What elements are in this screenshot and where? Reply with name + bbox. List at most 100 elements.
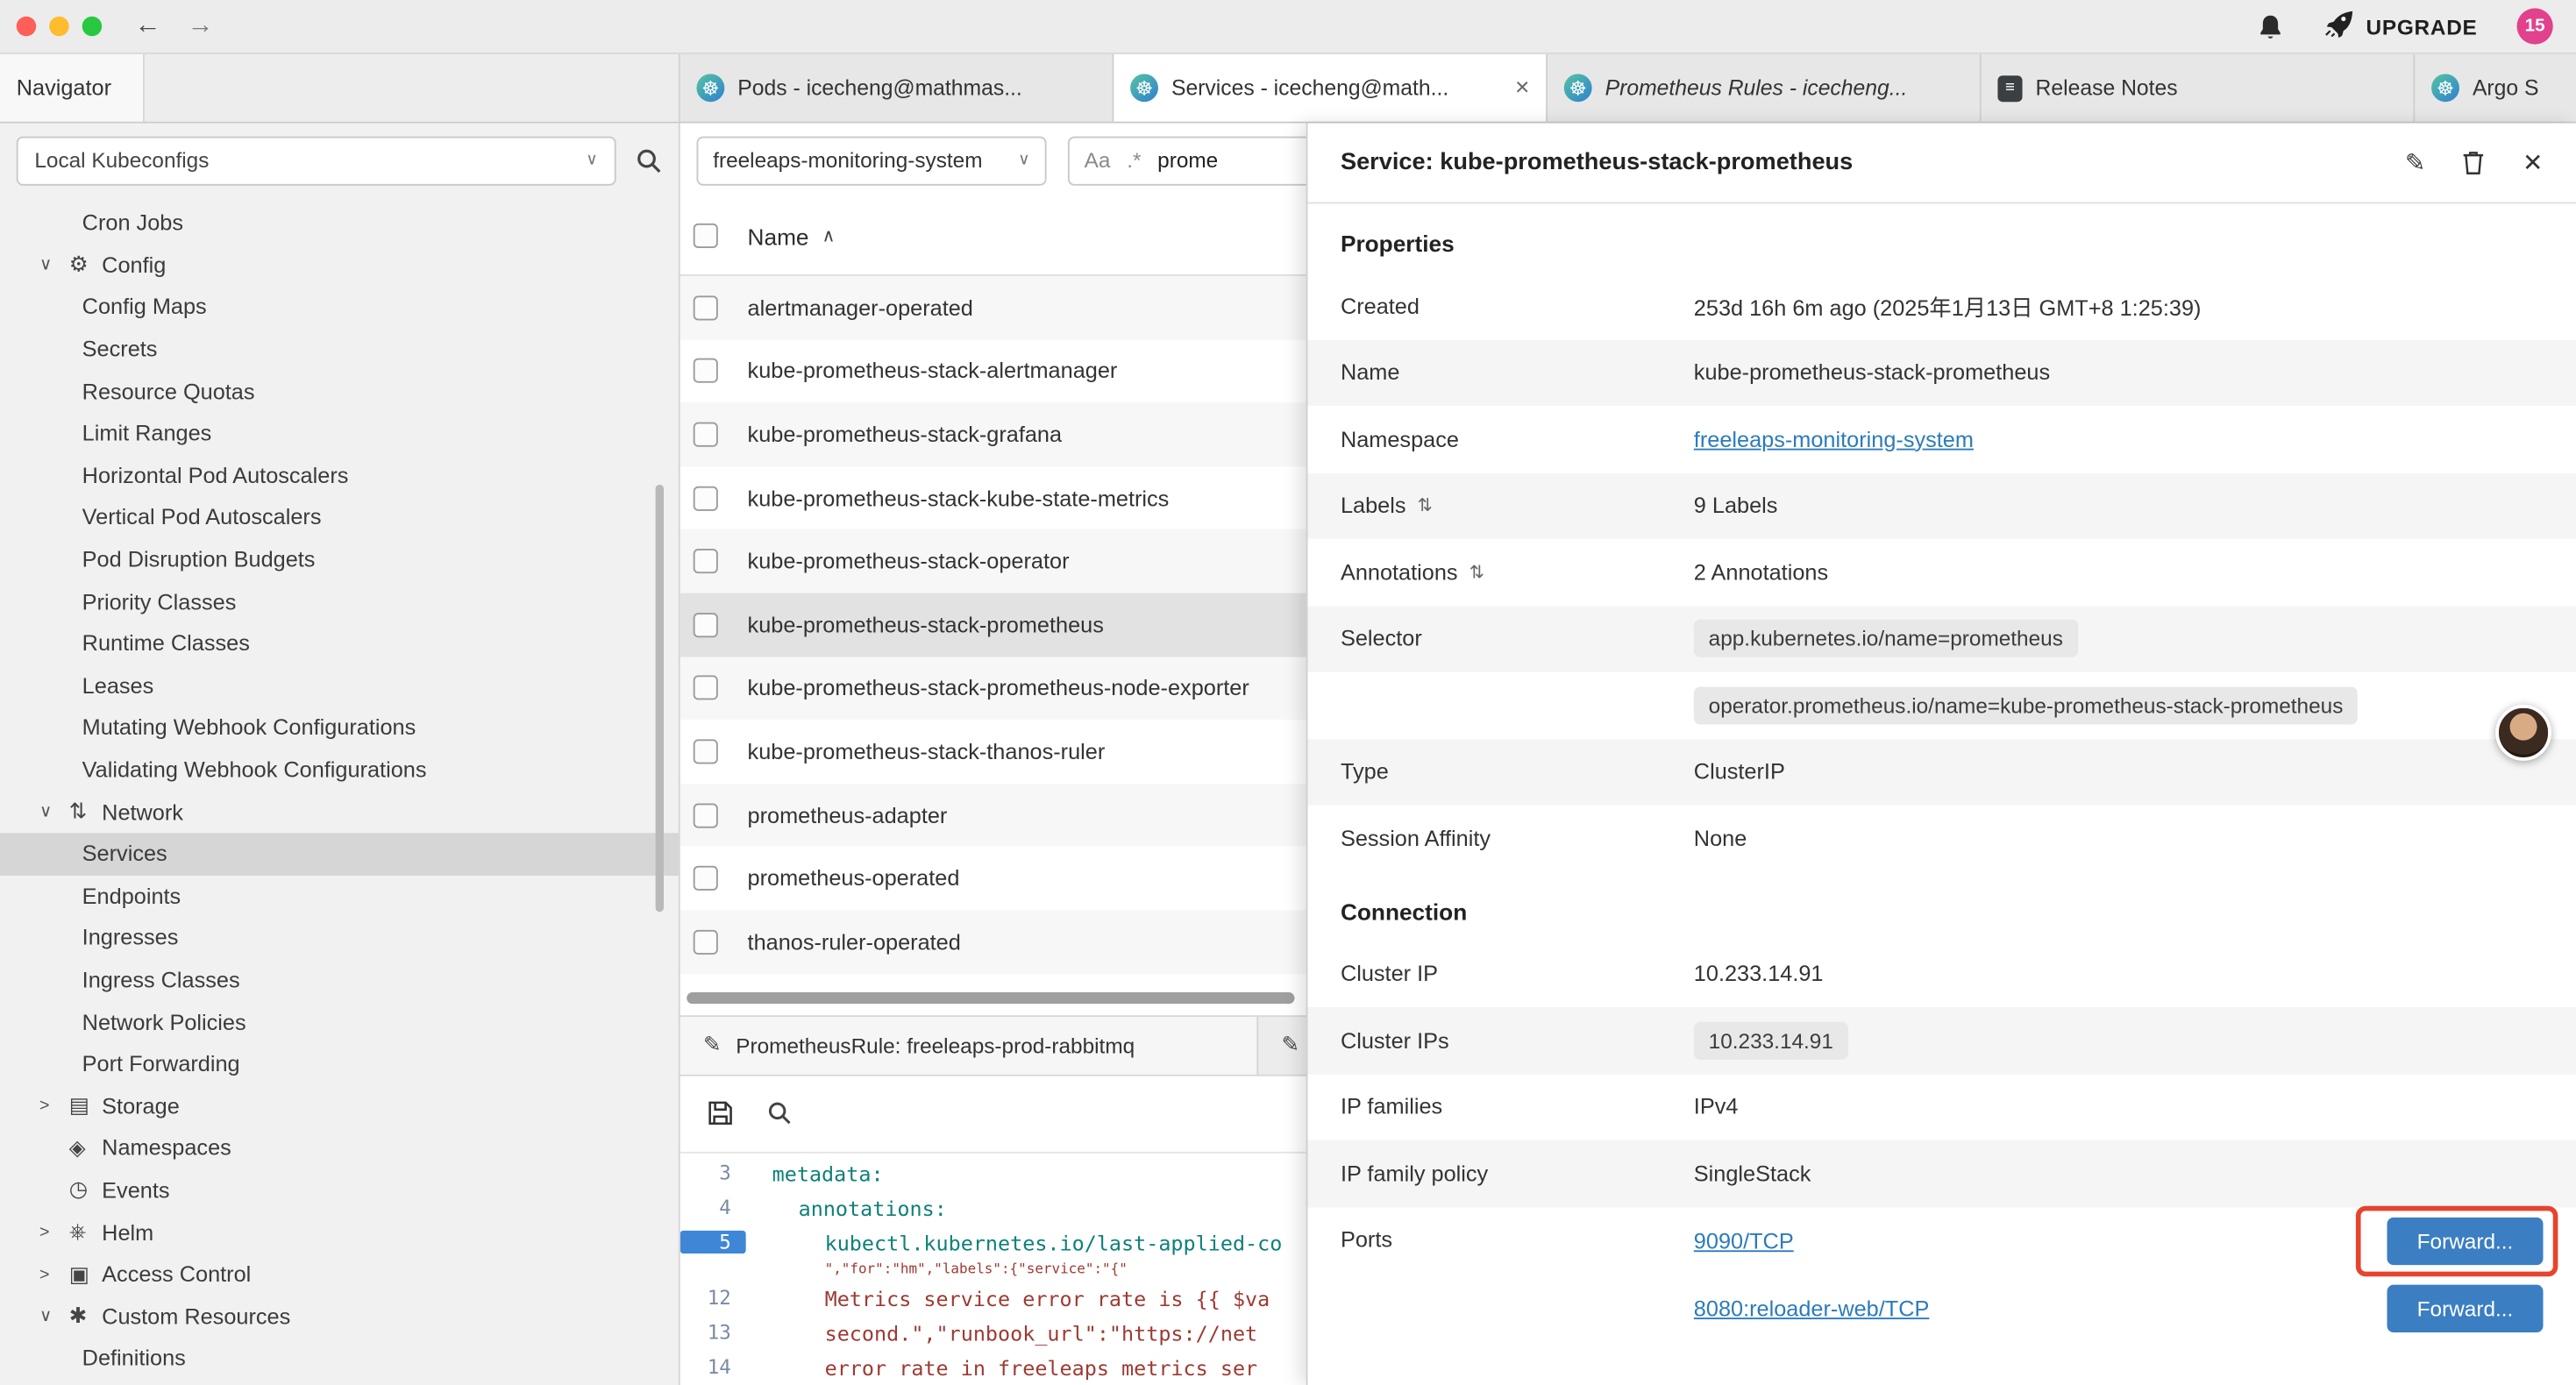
type-label: Type [1341, 759, 1694, 784]
sidebar-item-label: Vertical Pod Autoscalers [82, 505, 322, 529]
sidebar-item[interactable]: Resource Quotas [0, 370, 679, 412]
name-column-header[interactable]: Name [748, 223, 809, 249]
user-avatar[interactable] [2495, 705, 2551, 761]
sidebar-item[interactable]: Endpoints [0, 875, 679, 917]
edit-icon[interactable]: ✎ [2405, 148, 2426, 178]
selector-row-2: operator.prometheus.io/name=kube-prometh… [1307, 672, 2576, 739]
app-tab[interactable]: Release Notes [1982, 54, 2416, 122]
sidebar-scrollbar[interactable] [656, 485, 664, 912]
service-name: kube-prometheus-stack-grafana [748, 423, 1063, 447]
sidebar-item[interactable]: Port Forwarding [0, 1043, 679, 1085]
tab-label: Services - icecheng@math... [1171, 75, 1502, 100]
search-icon[interactable] [767, 1101, 792, 1126]
sidebar-item[interactable]: Validating Webhook Configurations [0, 749, 679, 791]
sidebar-item[interactable]: Ingress Classes [0, 959, 679, 1001]
horizontal-scrollbar[interactable] [687, 991, 1294, 1003]
sort-ascending-icon[interactable]: ∧ [822, 225, 836, 246]
expander-icon[interactable]: ⇅ [1469, 562, 1484, 583]
kubeconfig-select[interactable]: Local Kubeconfigs ∨ [17, 136, 616, 185]
sidebar-item[interactable]: Secrets [0, 328, 679, 370]
sidebar-item-icon [69, 799, 102, 825]
trash-icon[interactable] [2462, 150, 2487, 176]
namespace-link[interactable]: freeleaps-monitoring-system [1694, 427, 1974, 451]
close-window-button[interactable] [17, 17, 36, 36]
sidebar-item-label: Network Policies [82, 1010, 246, 1034]
row-checkbox[interactable] [694, 739, 718, 764]
regex-toggle[interactable]: .* [1127, 148, 1141, 173]
sidebar-item[interactable]: Helm [0, 1211, 679, 1254]
row-checkbox[interactable] [694, 676, 718, 700]
row-checkbox[interactable] [694, 929, 718, 954]
sidebar-item[interactable]: Cron Jobs [0, 202, 679, 245]
search-icon[interactable] [636, 147, 662, 174]
service-name: kube-prometheus-stack-kube-state-metrics [748, 486, 1170, 510]
sidebar-item[interactable]: Ingresses [0, 917, 679, 959]
bell-icon[interactable] [2258, 12, 2284, 40]
row-checkbox[interactable] [694, 803, 718, 827]
app-tab[interactable]: Services - icecheng@math... × [1114, 54, 1548, 122]
sidebar-item[interactable]: Runtime Classes [0, 622, 679, 664]
sidebar-item[interactable]: Namespaces [0, 1127, 679, 1169]
sidebar-item[interactable]: Events [0, 1169, 679, 1211]
sidebar-item[interactable]: Config [0, 245, 679, 287]
match-case-toggle[interactable]: Aa [1085, 148, 1111, 173]
annotations-value: 2 Annotations [1694, 560, 2544, 585]
notification-count-badge[interactable]: 15 [2517, 8, 2553, 44]
sidebar-item-label: Ingress Classes [82, 968, 240, 992]
app-tab[interactable]: Argo S [2415, 54, 2576, 122]
tab-icon [1997, 75, 2022, 101]
forward-arrow-icon[interactable]: → [188, 11, 214, 41]
sidebar-item[interactable]: Horizontal Pod Autoscalers [0, 454, 679, 496]
minimize-window-button[interactable] [49, 17, 68, 36]
maximize-window-button[interactable] [82, 17, 102, 36]
selector-label: Selector [1341, 627, 1694, 651]
row-checkbox[interactable] [694, 295, 718, 320]
selector-badge: app.kubernetes.io/name=prometheus [1694, 620, 2078, 657]
row-checkbox[interactable] [694, 613, 718, 637]
sidebar-item[interactable]: Definitions [0, 1338, 679, 1380]
tab-close-icon[interactable]: × [1515, 74, 1529, 102]
sidebar-item[interactable]: Config Maps [0, 286, 679, 328]
tab-icon [696, 74, 724, 102]
sidebar-item[interactable]: Network Policies [0, 1001, 679, 1043]
select-all-checkbox[interactable] [694, 224, 718, 248]
close-icon[interactable]: ✕ [2523, 148, 2544, 178]
sidebar-item[interactable]: Vertical Pod Autoscalers [0, 496, 679, 538]
sidebar-item[interactable]: Mutating Webhook Configurations [0, 707, 679, 749]
row-checkbox[interactable] [694, 359, 718, 383]
row-checkbox[interactable] [694, 549, 718, 573]
row-checkbox[interactable] [694, 423, 718, 447]
sidebar-item[interactable]: Priority Classes [0, 580, 679, 622]
namespace-select[interactable]: freeleaps-monitoring-system ∨ [696, 136, 1046, 185]
sidebar-item[interactable]: Custom Resources [0, 1296, 679, 1338]
session-affinity-label: Session Affinity [1341, 826, 1694, 850]
sidebar-item[interactable]: Storage [0, 1085, 679, 1127]
sidebar-item[interactable]: Leases [0, 664, 679, 707]
sidebar-item[interactable]: Pod Disruption Budgets [0, 538, 679, 580]
expander-icon[interactable]: ⇅ [1418, 495, 1433, 516]
sidebar-item[interactable]: Access Control [0, 1254, 679, 1296]
upgrade-button[interactable]: UPGRADE [2323, 10, 2478, 42]
session-affinity-value: None [1694, 826, 2544, 850]
sidebar-item-label: Resource Quotas [82, 379, 255, 403]
sidebar-item[interactable]: Limit Ranges [0, 412, 679, 454]
port-link-9090[interactable]: 9090/TCP [1694, 1228, 1794, 1253]
sidebar-item-label: Validating Webhook Configurations [82, 757, 427, 782]
session-affinity-row: Session Affinity None [1307, 805, 2576, 871]
editor-tab[interactable]: ✎ PrometheusRule: freeleaps-prod-rabbitm… [680, 1016, 1259, 1074]
row-checkbox[interactable] [694, 866, 718, 891]
sidebar-item[interactable]: Network [0, 791, 679, 833]
forward-button[interactable]: Forward... [2387, 1284, 2544, 1332]
app-tab[interactable]: Prometheus Rules - icecheng... [1548, 54, 1982, 122]
save-icon[interactable] [707, 1099, 735, 1127]
edit-icon: ✎ [1282, 1032, 1299, 1058]
sidebar-item[interactable]: Services [0, 833, 679, 875]
forward-button[interactable]: Forward... [2387, 1217, 2544, 1264]
app-tab[interactable]: Pods - icecheng@mathmas... [680, 54, 1114, 122]
port-link-8080[interactable]: 8080:reloader-web/TCP [1694, 1296, 1930, 1320]
back-arrow-icon[interactable]: ← [135, 11, 161, 41]
row-checkbox[interactable] [694, 486, 718, 510]
navigator-tab[interactable]: Navigator [0, 54, 145, 122]
sidebar-item-label: Horizontal Pod Autoscalers [82, 463, 349, 487]
ports-row: Ports 9090/TCP Forward... 8080:reloader-… [1307, 1207, 2576, 1342]
